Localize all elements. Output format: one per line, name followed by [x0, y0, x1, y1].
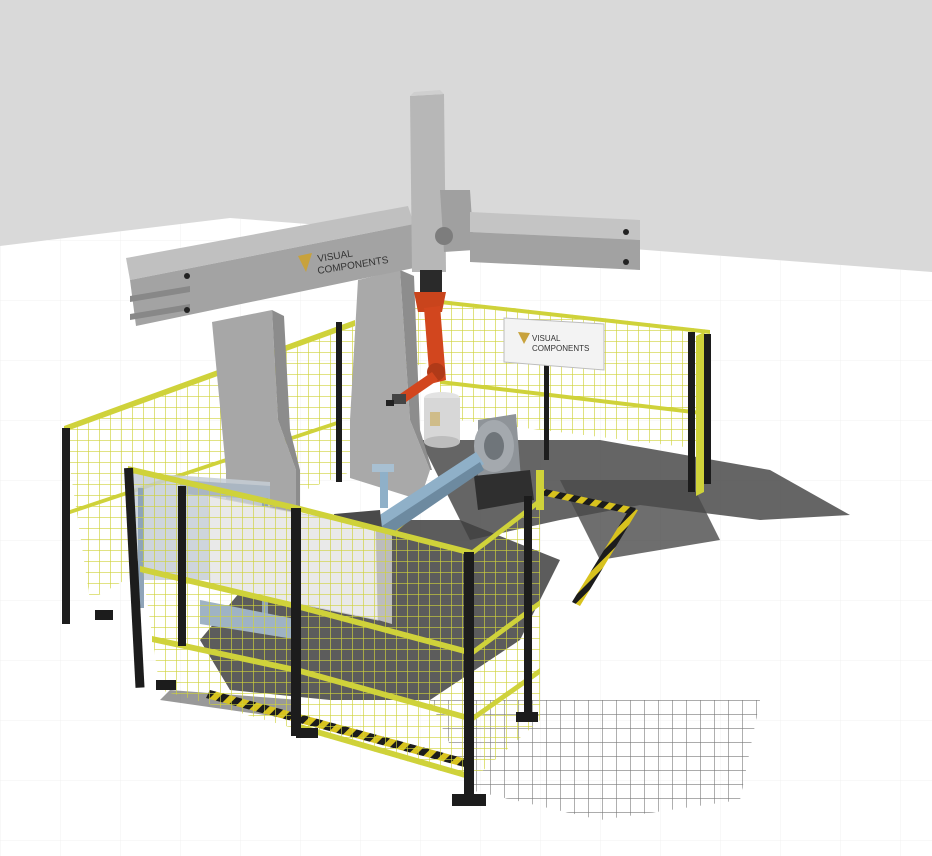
- sign-logo-line1: VISUAL: [532, 334, 561, 343]
- workpiece-drum: [424, 392, 460, 448]
- back-sign: VISUAL COMPONENTS: [503, 317, 605, 371]
- sign-logo-line2: COMPONENTS: [532, 344, 589, 353]
- robot-cell-3d-scene: VISUAL COMPONENTS VISUAL COMPONENTS: [0, 0, 932, 856]
